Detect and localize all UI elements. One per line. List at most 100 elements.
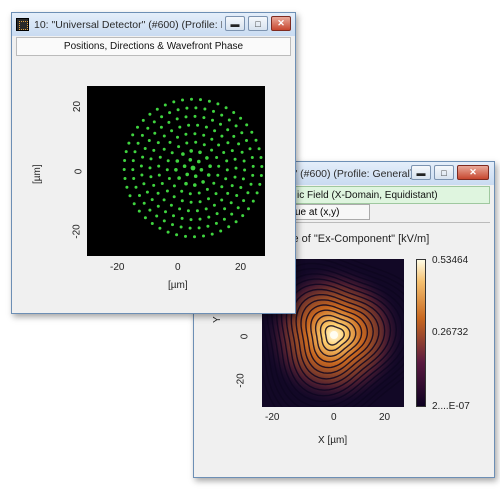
ray-spot [136, 125, 139, 129]
detector-window-titlebar[interactable]: 10: "Universal Detector" (#600) (Profile… [12, 13, 295, 36]
ray-spot [259, 156, 263, 159]
ray-spot [225, 159, 229, 163]
ray-spot [242, 159, 246, 163]
ray-spot [213, 129, 217, 133]
ray-spot [165, 168, 169, 172]
minimize-icon[interactable]: ▬ [225, 16, 245, 31]
detector-app-icon [16, 18, 29, 31]
detector-window-header-text: Positions, Directions & Wavefront Phase [63, 41, 244, 52]
ray-spot [184, 234, 187, 238]
ray-spot [148, 208, 152, 212]
ray-spot [202, 133, 206, 137]
ray-spot [197, 191, 201, 195]
colorbar-min-label: 2....E-07 [432, 401, 470, 412]
close-icon[interactable]: ✕ [457, 165, 489, 180]
ray-spot [132, 177, 136, 180]
ray-spot [132, 202, 136, 206]
ray-spot [260, 165, 264, 168]
ray-spot [258, 182, 262, 186]
detector-window: 10: "Universal Detector" (#600) (Profile… [11, 12, 296, 314]
field-y-tick-0: 0 [239, 333, 251, 340]
ray-spot [246, 191, 250, 195]
maximize-icon[interactable]: □ [434, 165, 454, 180]
ray-spot [250, 156, 254, 159]
ray-spot [193, 174, 198, 178]
ray-spot [152, 183, 156, 187]
ray-spot [223, 207, 227, 211]
ray-spot [178, 207, 182, 211]
ray-spot [243, 168, 247, 172]
ray-y-axis-label: [µm] [32, 164, 43, 184]
value-tab[interactable]: ue at (x,y) [290, 204, 370, 220]
ray-spot [234, 166, 238, 170]
ray-spot [187, 123, 191, 127]
maximize-icon[interactable]: □ [248, 16, 268, 31]
ray-spot [210, 148, 214, 152]
ray-spot [207, 197, 210, 201]
ray-spot [204, 207, 208, 211]
ray-spot [220, 113, 224, 117]
ray-spot [226, 128, 230, 132]
ray-spot [169, 203, 173, 207]
ray-spot [220, 185, 224, 189]
ray-spot [225, 168, 229, 172]
ray-spot [168, 140, 172, 144]
ray-spot [214, 192, 218, 196]
ray-spot [210, 137, 214, 141]
ray-spot [217, 164, 221, 168]
ray-spot [131, 159, 135, 163]
ray-spot [230, 184, 234, 188]
minimize-icon[interactable]: ▬ [411, 165, 431, 180]
colorbar-mid-label: 0.26732 [432, 327, 469, 338]
ray-spot [250, 130, 254, 134]
ray-spot [142, 201, 146, 205]
ray-spot [217, 143, 221, 147]
ray-spot [211, 118, 214, 122]
ray-spot [189, 149, 193, 153]
ray-spot [205, 187, 209, 191]
ray-spot [235, 194, 239, 197]
ray-spot [176, 135, 179, 139]
ray-spot [159, 125, 163, 129]
ray-spot [125, 185, 129, 189]
ray-spot [152, 148, 156, 152]
ray-x-axis-label: [µm] [168, 280, 188, 291]
ray-spot [134, 185, 138, 189]
ray-spot [197, 159, 201, 164]
close-icon[interactable]: ✕ [271, 16, 291, 31]
ray-spot-plot [87, 86, 265, 256]
ray-spot [189, 218, 193, 222]
ray-spot [153, 131, 157, 135]
ray-spot [143, 216, 147, 220]
ray-spot [224, 106, 228, 110]
ray-spot [239, 116, 243, 120]
ray-spot [174, 168, 178, 172]
ray-spot [193, 132, 197, 136]
ray-spot [249, 182, 253, 186]
ray-spot [123, 177, 127, 180]
ray-spot [168, 111, 172, 115]
ray-spot [166, 159, 170, 163]
ray-spot [137, 209, 141, 213]
ray-spot [182, 164, 187, 168]
ray-spot [203, 107, 207, 111]
ray-spot [139, 164, 143, 168]
ray-spot [255, 191, 259, 195]
ray-spot [194, 106, 198, 110]
ray-spot [207, 99, 211, 103]
detector-window-header: Positions, Directions & Wavefront Phase [16, 37, 291, 56]
ray-y-tick-0: 0 [73, 168, 85, 175]
ray-spot [188, 226, 192, 230]
ray-spot [251, 173, 255, 177]
ray-spot [242, 199, 246, 203]
ray-spot [198, 150, 202, 155]
ray-spot [177, 145, 181, 149]
ray-spot [178, 125, 182, 129]
field-y-tick-neg20: -20 [235, 373, 247, 388]
ray-spot [226, 191, 230, 195]
ray-spot [188, 192, 192, 196]
ray-spot [216, 102, 220, 106]
field-window-header-text: ic Field (X-Domain, Equidistant) [297, 189, 438, 201]
ray-spot [166, 230, 170, 234]
ray-spot [226, 141, 230, 145]
